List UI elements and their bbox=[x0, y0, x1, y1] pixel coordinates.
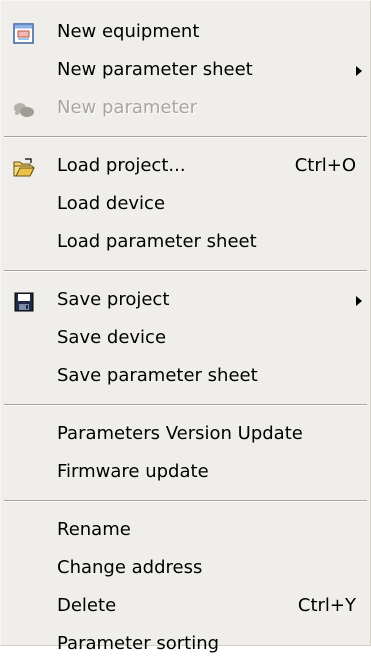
menu-separator bbox=[1, 395, 370, 415]
menu-item-load-parameter-sheet[interactable]: Load parameter sheet bbox=[1, 223, 370, 261]
menu-item-save-parameter-sheet[interactable]: Save parameter sheet bbox=[1, 357, 370, 395]
menu-item-label: Delete bbox=[57, 595, 117, 616]
menu-item-rename[interactable]: Rename bbox=[1, 511, 370, 549]
menu-separator bbox=[1, 127, 370, 147]
menu-item-parameters-version-update[interactable]: Parameters Version Update bbox=[1, 415, 370, 453]
menu-item-label: Change address bbox=[57, 557, 203, 578]
submenu-arrow-icon bbox=[356, 66, 362, 76]
menu-item-label: New parameter sheet bbox=[57, 59, 253, 80]
menu-item-save-project[interactable]: Save project bbox=[1, 281, 370, 319]
menu-item-shortcut: Ctrl+O bbox=[294, 155, 356, 176]
menu-item-label: Save project bbox=[57, 289, 170, 310]
menu-item-label: Rename bbox=[57, 519, 131, 540]
new-equipment-icon bbox=[13, 21, 35, 44]
menu-item-label: Save parameter sheet bbox=[57, 365, 258, 386]
open-folder-icon bbox=[13, 155, 35, 177]
menu-item-label: Save device bbox=[57, 327, 167, 348]
menu-item-label: Parameters Version Update bbox=[57, 423, 303, 444]
menu-item-label: Load device bbox=[57, 193, 166, 214]
menu-item-label: Parameter sorting bbox=[57, 633, 220, 654]
menu-item-delete[interactable]: Delete Ctrl+Y bbox=[1, 587, 370, 625]
new-parameter-icon bbox=[13, 97, 35, 119]
menu-item-new-equipment[interactable]: New equipment bbox=[1, 13, 370, 51]
menu-item-label: Load parameter sheet bbox=[57, 231, 257, 252]
menu-item-save-device[interactable]: Save device bbox=[1, 319, 370, 357]
menu-item-label: Load project... bbox=[57, 155, 186, 176]
menu-item-shortcut: Ctrl+Y bbox=[297, 595, 356, 616]
menu-item-new-parameter-sheet[interactable]: New parameter sheet bbox=[1, 51, 370, 89]
menu-item-load-device[interactable]: Load device bbox=[1, 185, 370, 223]
menu-item-change-address[interactable]: Change address bbox=[1, 549, 370, 587]
menu-separator bbox=[1, 261, 370, 281]
menu-item-load-project[interactable]: Load project... Ctrl+O bbox=[1, 147, 370, 185]
context-menu: New equipment New parameter sheet New pa… bbox=[0, 0, 371, 654]
menu-item-label: New equipment bbox=[57, 21, 200, 42]
menu-separator bbox=[1, 491, 370, 511]
menu-item-parameter-sorting[interactable]: Parameter sorting bbox=[1, 625, 370, 663]
floppy-disk-icon bbox=[13, 289, 35, 312]
menu-item-new-parameter: New parameter bbox=[1, 89, 370, 127]
menu-item-label: New parameter bbox=[57, 97, 198, 118]
menu-item-firmware-update[interactable]: Firmware update bbox=[1, 453, 370, 491]
submenu-arrow-icon bbox=[356, 296, 362, 306]
menu-item-label: Firmware update bbox=[57, 461, 209, 482]
